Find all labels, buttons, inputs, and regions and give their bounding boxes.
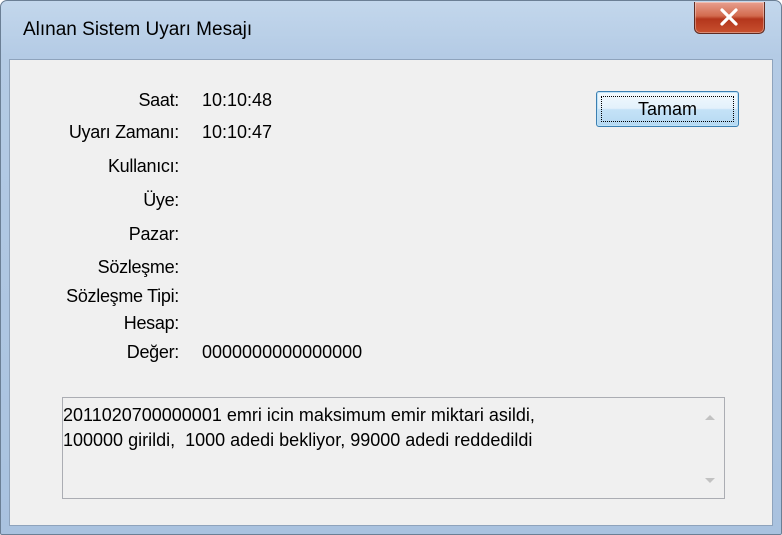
field-label-sozlesme-tipi: Sözleşme Tipi: (66, 286, 179, 306)
field-label-pazar: Pazar: (128, 224, 180, 244)
field-label-uye: Üye: (143, 190, 179, 210)
field-label-saat: Saat: (138, 90, 179, 110)
field-value-saat: 10:10:48 (202, 90, 273, 110)
dialog-body: Saat: 10:10:48 Uyarı Zamanı: 10:10:47 Ku… (9, 59, 773, 526)
field-label-hesap: Hesap: (123, 313, 180, 333)
field-value-deger: 0000000000000000 (202, 342, 363, 362)
field-label-kullanici: Kullanıcı: (107, 156, 179, 176)
ok-button[interactable]: Tamam (596, 91, 739, 127)
field-value-uyari-zamani: 10:10:47 (202, 122, 273, 142)
close-x-icon (720, 8, 738, 26)
scroll-up-arrow-icon[interactable] (705, 415, 715, 420)
field-label-sozlesme: Sözleşme: (97, 257, 180, 277)
message-line-1: 2011020700000001 emri icin maksimum emir… (63, 405, 535, 425)
message-textarea[interactable]: 2011020700000001 emri icin maksimum emir… (62, 397, 725, 499)
vertical-scrollbar[interactable] (696, 398, 724, 498)
dialog-window: Alınan Sistem Uyarı Mesajı Saat: 10:10:4… (0, 0, 782, 535)
ok-button-label: Tamam (637, 98, 697, 119)
message-line-2: 100000 girildi, 1000 adedi bekliyor, 990… (63, 430, 533, 450)
message-text: 2011020700000001 emri icin maksimum emir… (63, 403, 683, 453)
scroll-down-arrow-icon[interactable] (705, 478, 715, 483)
title-bar[interactable]: Alınan Sistem Uyarı Mesajı (1, 1, 781, 59)
window-title: Alınan Sistem Uyarı Mesajı (23, 19, 253, 40)
field-label-deger: Değer: (126, 342, 180, 362)
field-label-uyari-zamani: Uyarı Zamanı: (68, 122, 179, 142)
close-button[interactable] (694, 2, 765, 34)
